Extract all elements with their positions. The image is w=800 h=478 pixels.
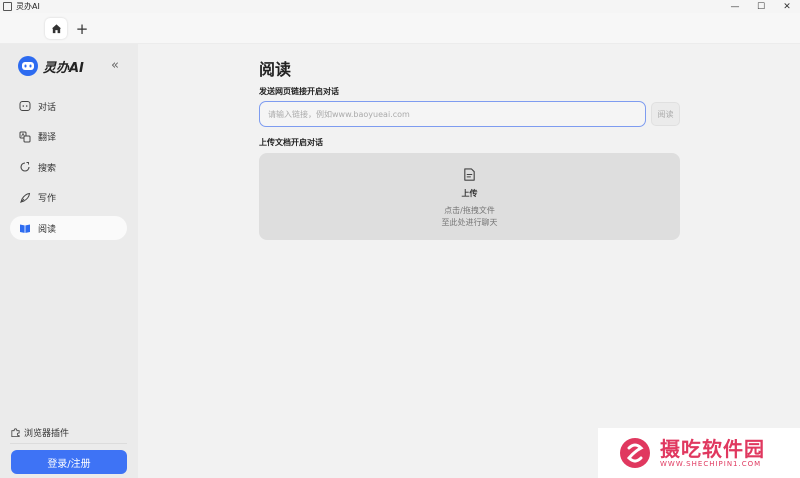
sidebar-item-label: 阅读 bbox=[38, 224, 57, 235]
chat-icon bbox=[19, 100, 31, 112]
link-section-label: 发送网页链接开启对话 bbox=[259, 87, 339, 96]
browser-plugin-link[interactable]: 浏览器插件 bbox=[10, 426, 69, 439]
minimize-button[interactable]: — bbox=[722, 0, 748, 13]
sidebar-item-translate[interactable]: 翻译 bbox=[10, 125, 127, 149]
translate-icon bbox=[19, 131, 31, 143]
watermark-en: WWW.SHECHIPIN1.COM bbox=[660, 460, 762, 468]
collapse-sidebar-icon[interactable]: « bbox=[111, 58, 119, 73]
search-icon bbox=[19, 161, 31, 173]
page-title: 阅读 bbox=[259, 60, 292, 79]
sidebar-item-label: 搜索 bbox=[38, 163, 57, 174]
puzzle-icon bbox=[11, 428, 20, 438]
book-icon bbox=[19, 222, 31, 234]
pen-icon bbox=[19, 192, 31, 204]
window-controls: — ☐ ✕ bbox=[722, 0, 800, 13]
plugin-label: 浏览器插件 bbox=[24, 429, 70, 439]
login-register-button[interactable]: 登录/注册 bbox=[11, 450, 127, 474]
sidebar-item-search[interactable]: 搜索 bbox=[10, 155, 127, 179]
sidebar-item-label: 翻译 bbox=[38, 133, 57, 143]
sidebar-item-label: 对话 bbox=[38, 102, 57, 113]
close-button[interactable]: ✕ bbox=[774, 0, 800, 13]
sidebar-divider bbox=[10, 443, 127, 444]
watermark-text: 摄吃软件园 WWW.SHECHIPIN1.COM bbox=[660, 438, 765, 468]
upload-hint: 点击/拖拽文件 bbox=[444, 206, 495, 215]
read-button[interactable]: 阅读 bbox=[651, 102, 680, 126]
sidebar-item-chat[interactable]: 对话 bbox=[10, 94, 127, 118]
brand: 灵办AI bbox=[18, 56, 84, 76]
sidebar-item-label: 写作 bbox=[38, 194, 57, 204]
upload-dropzone[interactable]: 上传 点击/拖拽文件 至此处进行聊天 bbox=[259, 153, 680, 240]
sidebar-nav: 对话 翻译 搜索 写作 阅读 bbox=[10, 94, 127, 247]
sidebar-item-read[interactable]: 阅读 bbox=[10, 216, 127, 240]
brand-name: 灵办AI bbox=[43, 60, 84, 76]
home-tab[interactable] bbox=[45, 18, 67, 39]
home-icon bbox=[51, 24, 61, 34]
sidebar-item-write[interactable]: 写作 bbox=[10, 186, 127, 210]
app-icon bbox=[3, 2, 12, 11]
watermark-cn: 摄吃软件园 bbox=[660, 437, 765, 461]
upload-title: 上传 bbox=[461, 189, 478, 198]
brand-logo-icon bbox=[18, 56, 38, 76]
title-bar: 灵办AI — ☐ ✕ bbox=[0, 0, 800, 13]
url-input[interactable] bbox=[259, 101, 646, 127]
upload-hint: 至此处进行聊天 bbox=[441, 218, 498, 227]
new-tab-button[interactable]: + bbox=[71, 18, 93, 39]
upload-section-label: 上传文档开启对话 bbox=[259, 138, 323, 147]
maximize-button[interactable]: ☐ bbox=[748, 0, 774, 13]
main-content: 阅读 发送网页链接开启对话 阅读 上传文档开启对话 上传 点击/拖拽文件 至此处… bbox=[138, 44, 800, 478]
sidebar: 灵办AI « 对话 翻译 搜索 写作 阅读 浏览器插件 登录/注册 bbox=[0, 44, 138, 478]
tab-bar: + bbox=[0, 13, 800, 44]
watermark-logo-icon bbox=[620, 438, 650, 468]
watermark: 摄吃软件园 WWW.SHECHIPIN1.COM bbox=[598, 428, 800, 478]
document-icon bbox=[464, 168, 475, 181]
window-title: 灵办AI bbox=[16, 2, 40, 11]
